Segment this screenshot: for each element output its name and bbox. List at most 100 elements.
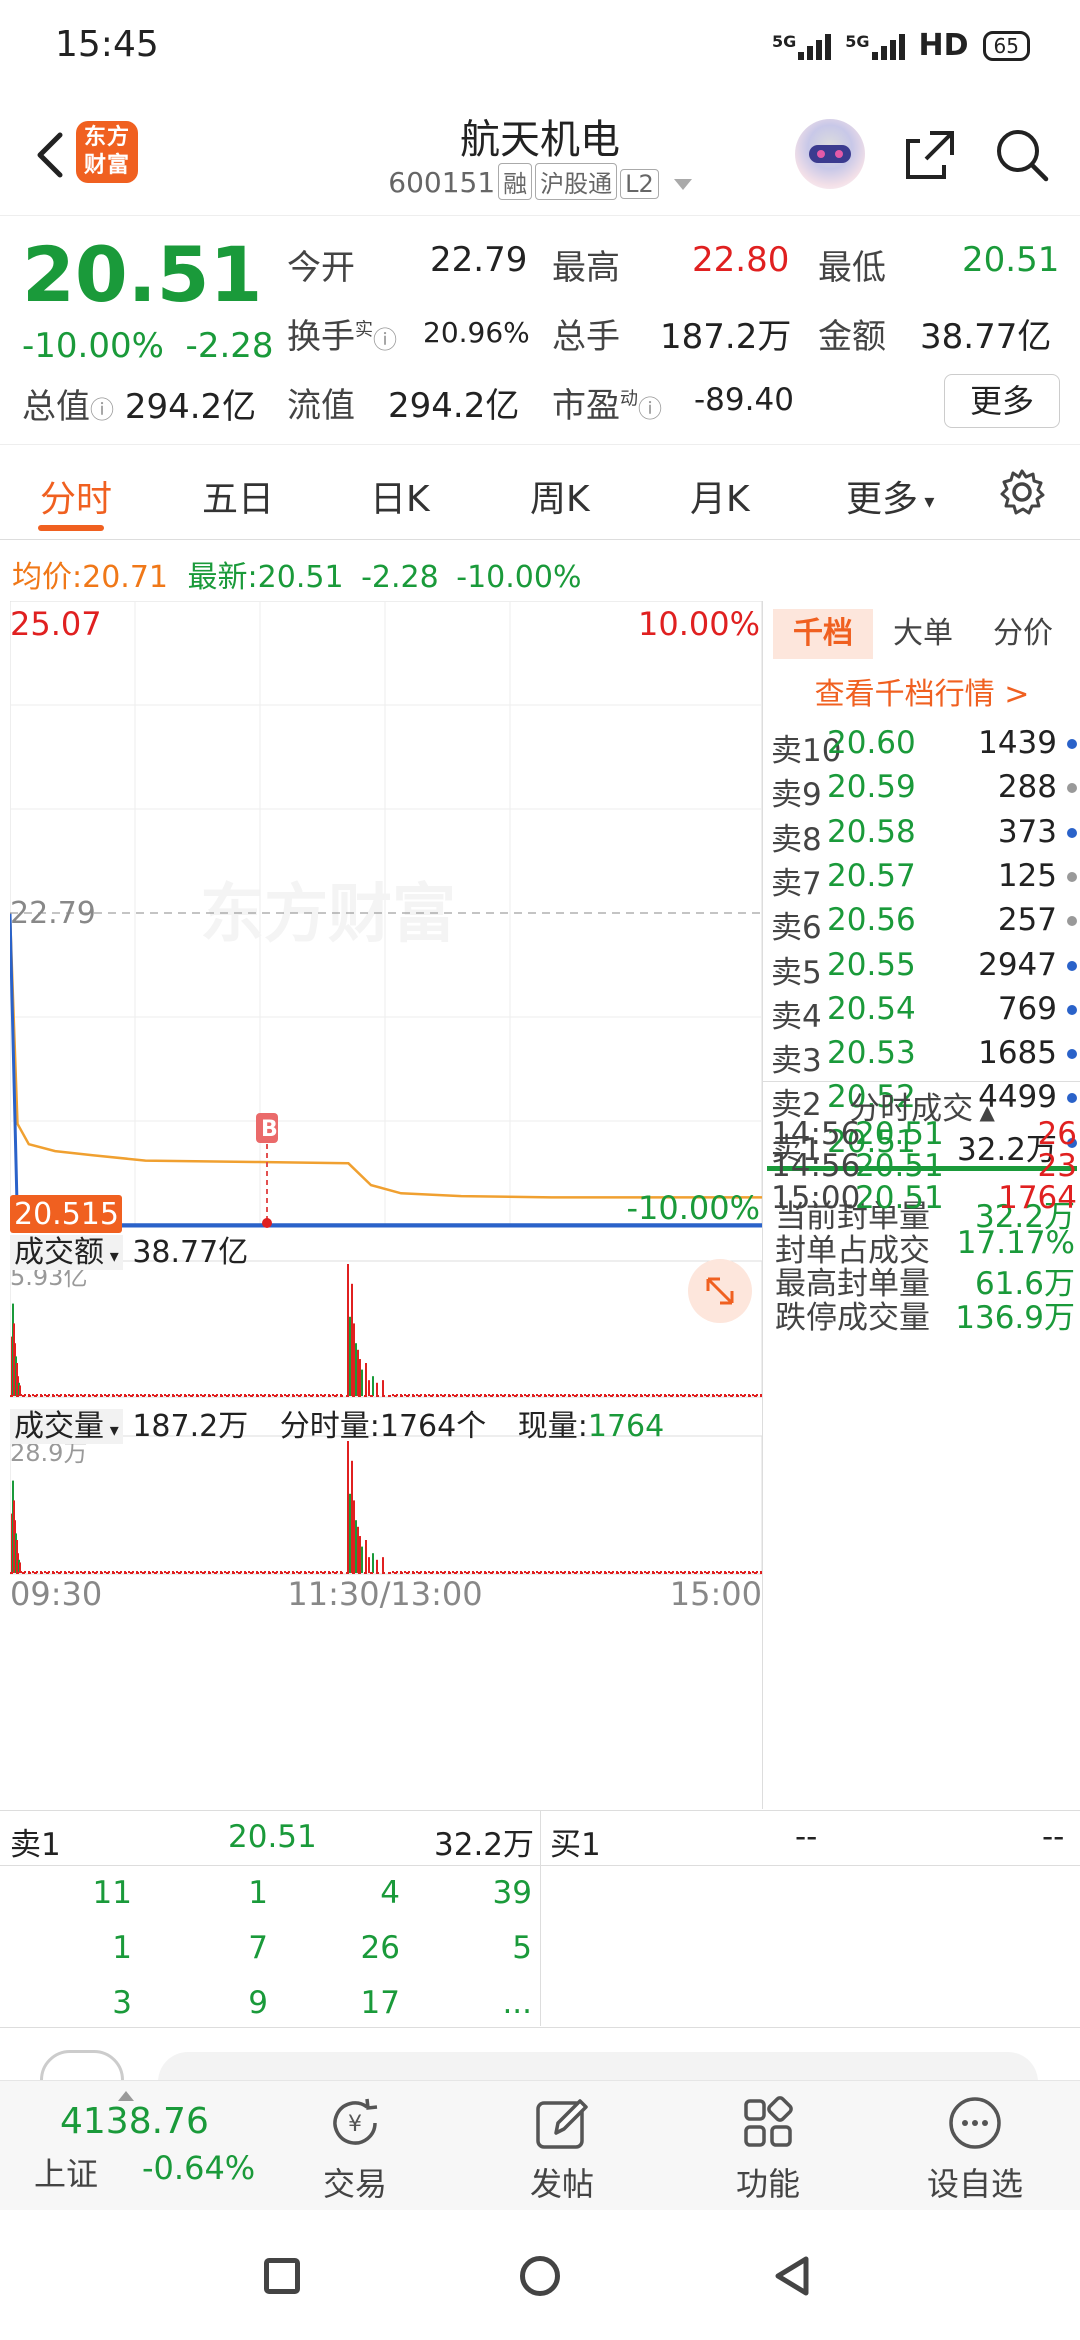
volume-bar <box>596 1394 598 1396</box>
tab-intraday[interactable]: 分时 <box>40 470 112 522</box>
gear-icon[interactable] <box>998 468 1046 516</box>
ask-row[interactable]: 卖3 20.53 1685 <box>771 1031 1077 1079</box>
queue-order: 1 <box>112 1930 132 1966</box>
tab-price-dist[interactable]: 分价 <box>973 609 1073 659</box>
volume-bar <box>128 1571 130 1573</box>
robot-assistant-icon[interactable] <box>795 119 865 189</box>
ask-volume: 125 <box>997 857 1057 894</box>
ask-row[interactable]: 卖9 20.59 288 <box>771 765 1077 813</box>
nav-functions[interactable]: 功能 <box>693 2093 843 2205</box>
ask-price: 20.55 <box>827 946 916 983</box>
dropdown-icon[interactable] <box>673 178 692 190</box>
volume-bar <box>500 1571 502 1573</box>
volume-bar <box>752 1394 754 1396</box>
tab-five-day[interactable]: 五日 <box>202 470 274 522</box>
nav-trade[interactable]: ¥ 交易 <box>280 2093 430 2205</box>
volume-bar <box>128 1394 130 1396</box>
stock-code: 600151 <box>388 166 496 199</box>
amount-indicator-select[interactable]: 成交额 ▾ <box>10 1235 123 1270</box>
queue-order: 39 <box>492 1875 532 1911</box>
volume-bar <box>608 1394 610 1396</box>
volume-bar <box>164 1571 166 1573</box>
trade-time: 14:56 <box>771 1116 861 1152</box>
volume-bar <box>56 1571 58 1573</box>
pct-bottom: -10.00% <box>626 1189 760 1227</box>
volume-bar <box>140 1571 142 1573</box>
status-icons: 5G 5G HD 65 <box>772 28 1030 63</box>
volume-bar <box>351 1283 353 1396</box>
tab-more[interactable]: 更多 ▾ <box>846 470 934 522</box>
volume-bar <box>349 1316 351 1396</box>
share-icon[interactable] <box>900 125 960 185</box>
home-icon[interactable] <box>520 2256 560 2296</box>
tag-connect: 沪股通 <box>535 163 618 200</box>
seal-stat-value: 17.17% <box>956 1224 1075 1261</box>
buy1-vol: -- <box>1042 1819 1065 1855</box>
ask-row[interactable]: 卖10 20.60 1439 <box>771 721 1077 769</box>
volume-bar <box>284 1571 286 1573</box>
queue-order: 3 <box>112 1985 132 2021</box>
ask-label: 卖4 <box>771 998 822 1035</box>
volume-bar <box>464 1394 466 1396</box>
ask-label: 卖6 <box>771 910 822 947</box>
ask-price: 20.56 <box>827 902 916 939</box>
queue-order: 11 <box>92 1875 132 1911</box>
edit-icon <box>536 2099 588 2149</box>
queue-order: 9 <box>248 1985 268 2021</box>
volume-bar <box>560 1571 562 1573</box>
volume-indicator-select[interactable]: 成交量 ▾ <box>10 1409 123 1444</box>
volume-bar <box>692 1394 694 1396</box>
tab-weekly-k[interactable]: 周K <box>530 470 590 522</box>
search-icon[interactable] <box>992 125 1052 185</box>
volume-bar <box>248 1394 250 1396</box>
ask-row[interactable]: 卖4 20.54 769 <box>771 987 1077 1035</box>
float-label: 流值 <box>287 386 355 426</box>
volume-bar <box>92 1571 94 1573</box>
recent-apps-icon[interactable] <box>264 2258 300 2294</box>
ask-row[interactable]: 卖8 20.58 373 <box>771 810 1077 858</box>
view-depth-link[interactable]: 查看千档行情 > <box>763 669 1080 713</box>
volume-bar <box>32 1571 34 1573</box>
volume-bar <box>392 1571 394 1573</box>
volume-bar <box>80 1394 82 1396</box>
volume-bar <box>236 1571 238 1573</box>
tab-monthly-k[interactable]: 月K <box>690 470 750 522</box>
back-icon[interactable] <box>772 2254 812 2298</box>
volume-bar <box>92 1394 94 1396</box>
ask-price: 20.59 <box>827 769 916 806</box>
volume-bar <box>357 1526 359 1573</box>
nav-watchlist[interactable]: 设自选 <box>900 2093 1050 2205</box>
volume-bar <box>200 1394 202 1396</box>
tab-daily-k[interactable]: 日K <box>370 470 430 522</box>
index-value[interactable]: 4138.76 <box>60 2101 209 2142</box>
volume-bar <box>416 1394 418 1396</box>
comment-input[interactable] <box>158 2052 1038 2080</box>
index-pct: -0.64% <box>142 2149 256 2187</box>
ask-row[interactable]: 卖6 20.56 257 <box>771 898 1077 946</box>
sell1-vol: 32.2万 <box>434 1827 535 1863</box>
x-label-close: 15:00 <box>670 1575 762 1613</box>
nav-post[interactable]: 发帖 <box>487 2093 637 2205</box>
expand-up-icon[interactable] <box>118 2091 134 2101</box>
volume-bar <box>351 1460 353 1573</box>
volume-bar <box>20 1394 22 1396</box>
more-button[interactable]: 更多 <box>944 374 1060 428</box>
queue-order: 7 <box>248 1930 268 1966</box>
volume-bar <box>584 1394 586 1396</box>
volume-bar <box>372 1553 374 1573</box>
intraday-chart[interactable]: 东方财富 B 25.07 10.00% 22.79 20.515 -10.00%… <box>10 601 762 1809</box>
volume-bar <box>236 1394 238 1396</box>
volume-bar <box>488 1394 490 1396</box>
ask-price: 20.58 <box>827 813 916 850</box>
ask-row[interactable]: 卖7 20.57 125 <box>771 854 1077 902</box>
tab-large-orders[interactable]: 大单 <box>873 609 973 659</box>
queue-order: 5 <box>512 1930 532 1966</box>
volume-bar <box>680 1394 682 1396</box>
volume-bar <box>752 1571 754 1573</box>
volume-bar <box>620 1571 622 1573</box>
tab-depth[interactable]: 千档 <box>773 609 873 659</box>
ask-row[interactable]: 卖5 20.55 2947 <box>771 943 1077 991</box>
volume-bar <box>372 1376 374 1396</box>
ask-price: 20.54 <box>827 990 916 1027</box>
queue-order: 4 <box>380 1875 400 1911</box>
